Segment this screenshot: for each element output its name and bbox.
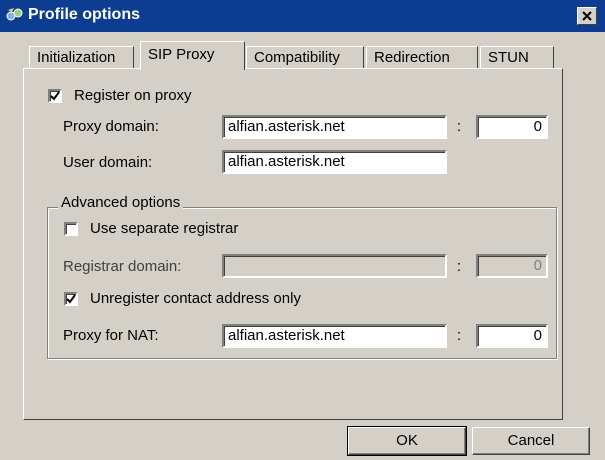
tab-label: Initialization [37, 49, 116, 66]
user-domain-label: User domain: [63, 154, 153, 171]
registrar-domain-label: Registrar domain: [63, 258, 182, 275]
tab-sip-proxy[interactable]: SIP Proxy [140, 41, 245, 70]
close-button[interactable] [577, 7, 597, 25]
proxy-port-input[interactable]: 0 [476, 115, 548, 139]
proxy-domain-input[interactable]: alfian.asterisk.net [222, 115, 447, 139]
tab-initialization[interactable]: Initialization [29, 46, 134, 68]
checkmark-icon [50, 91, 60, 101]
tab-redirection[interactable]: Redirection [366, 46, 478, 68]
ok-button[interactable]: OK [347, 426, 467, 456]
cancel-button[interactable]: Cancel [472, 427, 590, 455]
registrar-port-input[interactable]: 0 [476, 254, 548, 278]
use-separate-registrar-label: Use separate registrar [90, 220, 239, 237]
tab-stun[interactable]: STUN [480, 46, 554, 68]
unregister-contact-only-label: Unregister contact address only [90, 290, 301, 307]
registrar-domain-input[interactable] [222, 254, 447, 278]
proxy-for-nat-label: Proxy for NAT: [63, 327, 159, 344]
tab-label: STUN [488, 49, 529, 66]
tab-label: Compatibility [254, 49, 340, 66]
register-on-proxy-checkbox[interactable] [48, 89, 62, 103]
nat-port-input[interactable]: 0 [476, 324, 548, 348]
user-domain-input[interactable]: alfian.asterisk.net [222, 150, 447, 174]
advanced-options-title: Advanced options [58, 194, 184, 211]
port-separator: : [456, 118, 462, 135]
port-separator: : [456, 327, 462, 344]
tab-compatibility[interactable]: Compatibility [246, 46, 364, 68]
proxy-domain-label: Proxy domain: [63, 118, 159, 135]
network-icon [6, 8, 23, 21]
use-separate-registrar-checkbox[interactable] [64, 222, 78, 236]
port-separator: : [456, 258, 462, 275]
register-on-proxy-label: Register on proxy [74, 87, 192, 104]
window-title: Profile options [28, 6, 140, 23]
tab-label: SIP Proxy [148, 46, 215, 63]
proxy-for-nat-input[interactable]: alfian.asterisk.net [222, 324, 447, 348]
title-bar[interactable]: Profile options [0, 0, 605, 32]
close-icon [582, 11, 592, 21]
unregister-contact-only-checkbox[interactable] [64, 292, 78, 306]
tab-label: Redirection [374, 49, 450, 66]
checkmark-icon [66, 294, 76, 304]
